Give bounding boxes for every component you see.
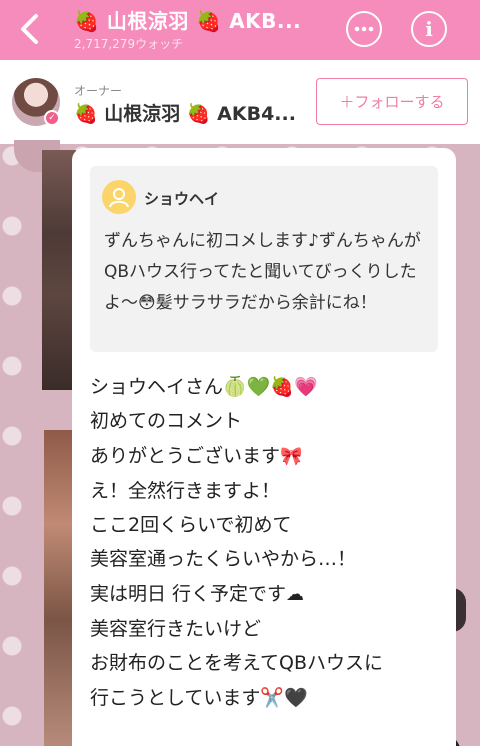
watch-count: 2,717,279ウォッチ: [74, 37, 184, 51]
owner-label: オーナー: [74, 84, 123, 98]
reply-text: ショウヘイさん🍈💚🍓💗 初めてのコメント ありがとうございます🎀 え！全然行きま…: [90, 370, 450, 715]
chevron-left-icon: [21, 14, 38, 44]
verified-badge-icon: ✓: [44, 110, 60, 126]
reply-line: 初めてのコメント: [90, 410, 243, 433]
top-bar: 🍓 山根涼羽 🍓 AKB... 2,717,279ウォッチ i: [0, 0, 480, 60]
reply-line: 美容室行きたいけど: [90, 618, 262, 641]
reply-line: ショウヘイさん🍈💚🍓💗: [90, 376, 318, 398]
quoted-comment: ショウヘイ ずんちゃんに初コメします♪ずんちゃんがQBハウス行ってたと聞いてびっ…: [90, 166, 438, 352]
follow-button[interactable]: ＋フォローする: [316, 78, 468, 125]
reply-line: 美容室通ったくらいやから…！: [90, 548, 357, 571]
quoted-text: ずんちゃんに初コメします♪ずんちゃんがQBハウス行ってたと聞いてびっくりしたよ〜…: [104, 231, 421, 313]
cloud-icon: ☁: [286, 583, 305, 605]
info-icon: i: [425, 17, 433, 41]
reply-line: 行こうとしています✂️🖤: [90, 686, 308, 709]
page-title: 🍓 山根涼羽 🍓 AKB...: [74, 8, 302, 33]
quoted-author: ショウヘイ: [144, 190, 220, 208]
reply-line: お財布のことを考えてQBハウスに: [90, 652, 384, 675]
reply-line: ここ2回くらいで初めて: [90, 514, 292, 537]
header-title-block: 🍓 山根涼羽 🍓 AKB... 2,717,279ウォッチ: [74, 4, 324, 52]
reply-line: え！全然行きますよ！: [90, 479, 281, 502]
user-avatar-icon: [102, 180, 136, 214]
reply-line: 実は明日 行く予定です☁: [90, 582, 305, 605]
owner-bar: ✓ オーナー 🍓 山根涼羽 🍓 AKB4... ＋フォローする: [0, 60, 480, 144]
owner-name[interactable]: 🍓 山根涼羽 🍓 AKB4...: [74, 99, 304, 126]
ribbon-icon: 🎀: [280, 445, 303, 467]
info-button[interactable]: i: [411, 11, 447, 47]
back-button[interactable]: [14, 12, 44, 46]
background-photo: [42, 150, 76, 390]
comment-button[interactable]: [346, 11, 382, 47]
message-card: ショウヘイ ずんちゃんに初コメします♪ずんちゃんがQBハウス行ってたと聞いてびっ…: [72, 148, 456, 746]
comment-bubble-icon: [354, 26, 374, 32]
reply-line: ありがとうございます🎀: [90, 444, 303, 467]
